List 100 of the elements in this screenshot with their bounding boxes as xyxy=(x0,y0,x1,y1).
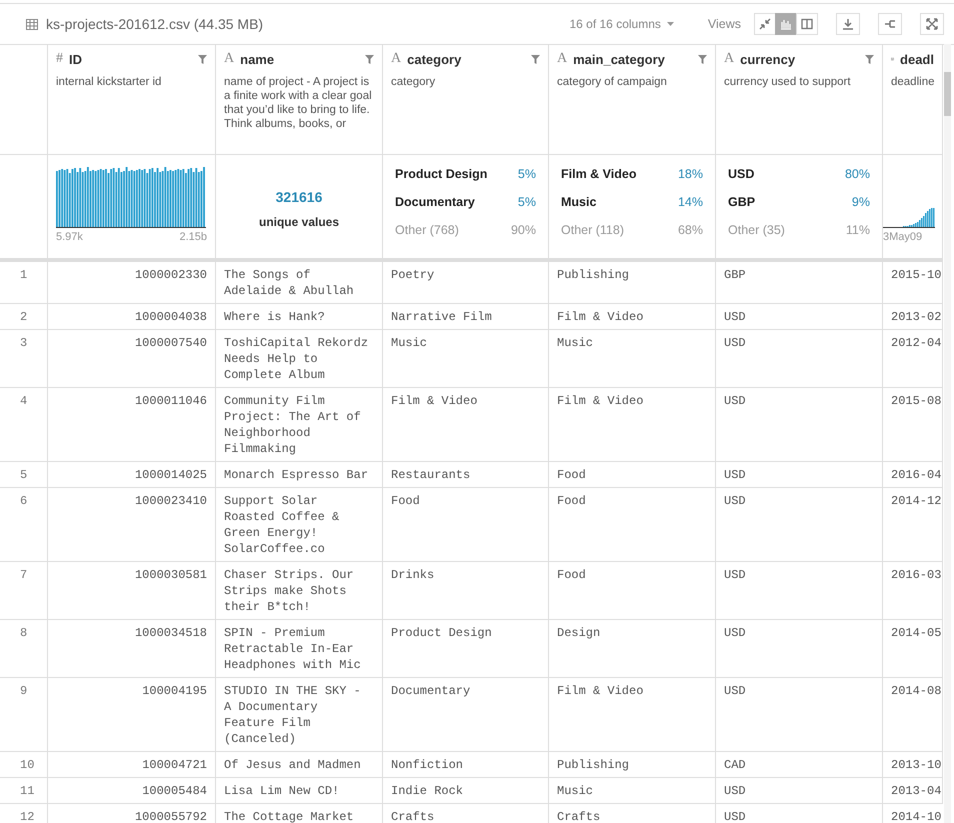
type-glyph: A xyxy=(724,51,734,67)
table-cell: USD xyxy=(716,330,883,388)
table-cell: USD xyxy=(716,620,883,678)
expand-button[interactable] xyxy=(920,13,944,35)
top-value-percent: 18% xyxy=(678,167,703,183)
timeline-drawing xyxy=(883,208,935,228)
expand-icon xyxy=(925,17,939,31)
column-name: main_category xyxy=(573,52,666,66)
row-number: 6 xyxy=(0,488,48,562)
range-max: 2.15b xyxy=(179,231,207,243)
column-description: deadline xyxy=(891,75,934,89)
column-name: category xyxy=(407,52,462,66)
column-header[interactable]: A name name of project - A project is a finite work with a clear goal that you’d like to bring to life. Think albums, books, or xyxy=(216,45,383,155)
columns-dropdown[interactable]: 16 of 16 columns xyxy=(569,17,674,31)
type-glyph: A xyxy=(557,51,568,67)
scrollbar[interactable] xyxy=(944,44,951,823)
table-cell: Community Film Project: The Art of Neighborhood Filmmaking xyxy=(216,388,383,462)
table-cell: Chaser Strips. Our Strips make Shots their B*tch! xyxy=(216,562,383,620)
column-header[interactable]: # ID internal kickstarter id xyxy=(48,45,216,155)
type-glyph: A xyxy=(224,51,234,67)
table-cell: Food xyxy=(549,462,716,488)
table-cell: Publishing xyxy=(549,752,716,778)
column-description: currency used to support xyxy=(724,75,852,89)
filter-icon[interactable] xyxy=(698,54,707,64)
table-cell: USD xyxy=(716,562,883,620)
filter-icon[interactable] xyxy=(365,54,374,64)
unique-count: 321616 xyxy=(276,188,322,204)
table-cell: USD xyxy=(716,778,883,804)
table-cell: 1000023410 xyxy=(48,488,216,562)
filter-icon[interactable] xyxy=(865,54,874,64)
tree-button[interactable] xyxy=(878,13,902,35)
top-value-label: Product Design xyxy=(395,167,488,183)
table-cell: 100004721 xyxy=(48,752,216,778)
table-cell: Music xyxy=(549,778,716,804)
column-description: category xyxy=(391,75,436,89)
table-cell: 2014-05 xyxy=(883,620,943,678)
top-value-percent: 5% xyxy=(518,195,536,211)
row-number: 11 xyxy=(0,778,48,804)
table-cell: 2015-08 xyxy=(883,388,943,462)
table-cell: 2014-08 xyxy=(883,678,943,752)
file-title: ks-projects-201612.csv (44.35 MB) xyxy=(46,16,264,32)
other-label: Other (35) xyxy=(728,223,785,239)
type-glyph: # xyxy=(56,51,63,67)
column-description: name of project - A project is a finite work with a clear goal that you’d like to bring to life. Think albums, books, or xyxy=(224,75,373,131)
row-number: 5 xyxy=(0,462,48,488)
table-cell: Support Solar Roasted Coffee & Green Energy! SolarCoffee.co xyxy=(216,488,383,562)
table-icon xyxy=(26,18,38,30)
filter-icon[interactable] xyxy=(531,54,540,64)
table-cell: Drinks xyxy=(383,562,549,620)
table-cell: GBP xyxy=(716,262,883,304)
table-cell: Crafts xyxy=(383,804,549,823)
table-cell: Design xyxy=(549,620,716,678)
table-cell: 2013-02 xyxy=(883,304,943,330)
table-cell: Film & Video xyxy=(549,304,716,330)
table-cell: Monarch Espresso Bar xyxy=(216,462,383,488)
column-header[interactable]: A currency currency used to support xyxy=(716,45,883,155)
table-cell: Food xyxy=(549,488,716,562)
row-number: 2 xyxy=(0,304,48,330)
column-header[interactable]: A category category xyxy=(383,45,549,155)
filter-icon[interactable] xyxy=(198,54,207,64)
column-header[interactable]: deadl deadline xyxy=(883,45,943,155)
table-cell: The Cottage Market xyxy=(216,804,383,823)
compact-icon xyxy=(758,17,772,31)
column-description: internal kickstarter id xyxy=(56,75,162,89)
download-button[interactable] xyxy=(836,13,860,35)
table-cell: Food xyxy=(549,562,716,620)
other-percent: 90% xyxy=(510,223,536,239)
table-cell: 2015-10 xyxy=(883,262,943,304)
column-header[interactable]: A main_category category of campaign xyxy=(549,45,716,155)
table-cell: USD xyxy=(716,488,883,562)
row-number: 9 xyxy=(0,678,48,752)
top-value-label: Film & Video xyxy=(561,167,636,183)
table-cell: USD xyxy=(716,304,883,330)
table-cell: Crafts xyxy=(549,804,716,823)
table-cell: Music xyxy=(549,330,716,388)
row-number: 7 xyxy=(0,562,48,620)
table-cell: 1000055792 xyxy=(48,804,216,823)
row-number: 8 xyxy=(0,620,48,678)
table-cell: 1000014025 xyxy=(48,462,216,488)
table-cell: STUDIO IN THE SKY - A Documentary Feature Film (Canceled) xyxy=(216,678,383,752)
scrollbar-thumb[interactable] xyxy=(944,72,951,116)
column-name: name xyxy=(240,52,276,66)
table-cell: 2013-04 xyxy=(883,778,943,804)
views-label: Views xyxy=(708,17,741,31)
top-value-percent: 5% xyxy=(518,167,536,183)
view-toggle[interactable] xyxy=(775,13,797,35)
row-number: 10 xyxy=(0,752,48,778)
table-cell: Film & Video xyxy=(383,388,549,462)
other-label: Other (768) xyxy=(395,223,459,239)
table-cell: Where is Hank? xyxy=(216,304,383,330)
row-number: 12 xyxy=(0,804,48,823)
download-icon xyxy=(841,17,855,31)
table-cell: Lisa Lim New CD! xyxy=(216,778,383,804)
caret-icon xyxy=(666,22,674,26)
row-number: 3 xyxy=(0,330,48,388)
table-cell: 2014-12 xyxy=(883,488,943,562)
row-number: 1 xyxy=(0,262,48,304)
table-cell: Restaurants xyxy=(383,462,549,488)
other-label: Other (118) xyxy=(561,223,624,239)
table-cell: Food xyxy=(383,488,549,562)
